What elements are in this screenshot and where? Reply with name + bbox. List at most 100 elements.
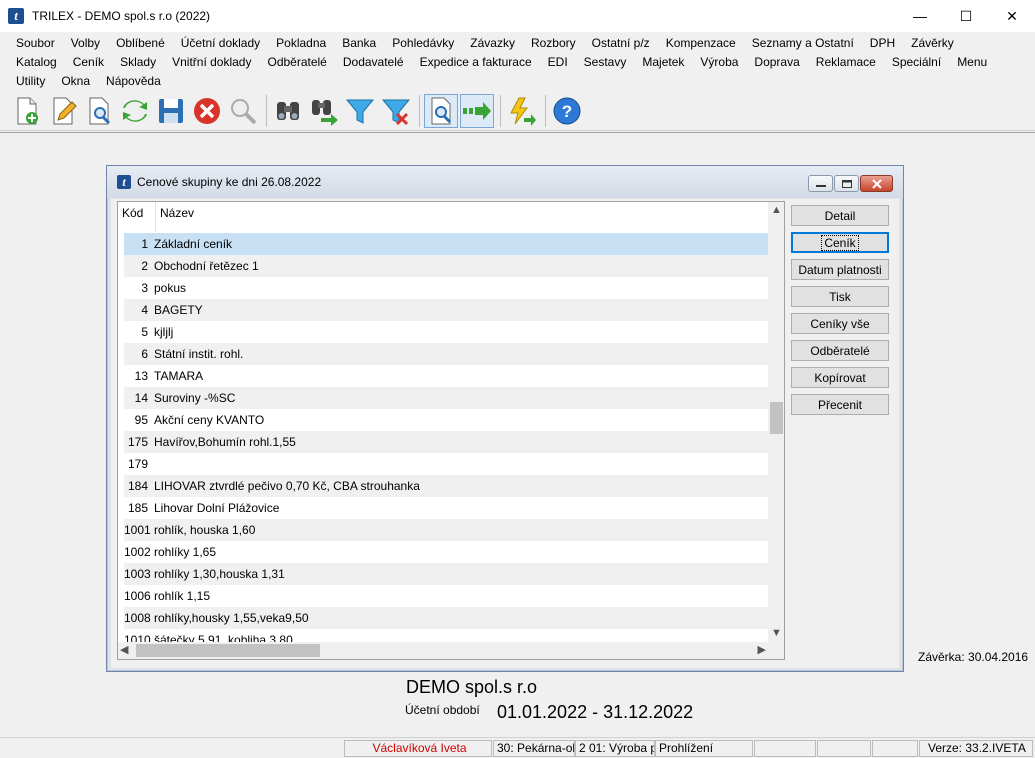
- table-row[interactable]: 1002 rohlíky 1,65: [124, 541, 768, 563]
- scroll-down-icon[interactable]: ▼: [768, 625, 784, 642]
- menu-dodavatelé[interactable]: Dodavatelé: [335, 55, 412, 69]
- scroll-left-icon[interactable]: ◀: [120, 642, 128, 659]
- table-row[interactable]: 2 Obchodní řetězec 1: [124, 255, 768, 277]
- table-row[interactable]: 6 Státní instit. rohl.: [124, 343, 768, 365]
- price-list-button[interactable]: Ceník: [791, 232, 889, 253]
- table-row[interactable]: 1003 rohlíky 1,30,houska 1,31: [124, 563, 768, 585]
- menu-banka[interactable]: Banka: [334, 36, 384, 50]
- reprice-button[interactable]: Přecenit: [791, 394, 889, 415]
- menu-vnitřní-doklady[interactable]: Vnitřní doklady: [164, 55, 259, 69]
- menu-sklady[interactable]: Sklady: [112, 55, 164, 69]
- menu-reklamace[interactable]: Reklamace: [808, 55, 884, 69]
- menu-účetní-doklady[interactable]: Účetní doklady: [173, 36, 268, 50]
- menu-dph[interactable]: DPH: [862, 36, 903, 50]
- menu-menu[interactable]: Menu: [949, 55, 995, 69]
- period-label: Účetní období: [405, 703, 480, 717]
- menu-edi[interactable]: EDI: [540, 55, 576, 69]
- menu-závazky[interactable]: Závazky: [462, 36, 523, 50]
- print-button[interactable]: Tisk: [791, 286, 889, 307]
- refresh-icon[interactable]: [118, 94, 152, 128]
- scroll-up-icon[interactable]: ▲: [768, 202, 784, 219]
- cell-kod: 1008: [124, 611, 151, 625]
- column-header-nazev[interactable]: Název: [156, 202, 194, 232]
- cell-nazev: kjljlj: [154, 325, 174, 339]
- menu-expedice-a-fakturace[interactable]: Expedice a fakturace: [412, 55, 540, 69]
- cancel-icon[interactable]: [190, 94, 224, 128]
- table-row[interactable]: 5 kjljlj: [124, 321, 768, 343]
- child-minimize-button[interactable]: [808, 175, 833, 192]
- vertical-scroll-thumb[interactable]: [770, 402, 783, 434]
- minimize-button[interactable]: —: [897, 0, 943, 32]
- table-row[interactable]: 3 pokus: [124, 277, 768, 299]
- menu-ceník[interactable]: Ceník: [65, 55, 112, 69]
- menu-utility[interactable]: Utility: [8, 74, 53, 88]
- filter-remove-icon[interactable]: [379, 94, 413, 128]
- window-title: TRILEX - DEMO spol.s r.o (2022): [32, 9, 211, 23]
- menu-sestavy[interactable]: Sestavy: [576, 55, 635, 69]
- menu-majetek[interactable]: Majetek: [634, 55, 692, 69]
- find-icon[interactable]: [271, 94, 305, 128]
- menu-seznamy-a-ostatní[interactable]: Seznamy a Ostatní: [744, 36, 862, 50]
- column-header-kod[interactable]: Kód: [118, 202, 156, 232]
- horizontal-scrollbar[interactable]: ◀ ▶: [118, 642, 768, 659]
- menu-doprava[interactable]: Doprava: [746, 55, 807, 69]
- go-to-icon[interactable]: [460, 93, 494, 128]
- validity-date-button[interactable]: Datum platnosti: [791, 259, 889, 280]
- menu-speciální[interactable]: Speciální: [884, 55, 949, 69]
- preview-document-icon[interactable]: [82, 94, 116, 128]
- table-row[interactable]: 184 LIHOVAR ztvrdlé pečivo 0,70 Kč, CBA s…: [124, 475, 768, 497]
- filter-icon[interactable]: [343, 94, 377, 128]
- menu-oblíbené[interactable]: Oblíbené: [108, 36, 173, 50]
- copy-button[interactable]: Kopírovat: [791, 367, 889, 388]
- new-document-icon[interactable]: [10, 94, 44, 128]
- table-row[interactable]: 179: [124, 453, 768, 475]
- menu-row-3: Utility Okna Nápověda: [8, 71, 1028, 90]
- table-row[interactable]: 13 TAMARA: [124, 365, 768, 387]
- menu-soubor[interactable]: Soubor: [8, 36, 63, 50]
- cell-nazev: Obchodní řetězec 1: [154, 259, 259, 273]
- maximize-button[interactable]: ☐: [943, 0, 989, 32]
- menu-pohledávky[interactable]: Pohledávky: [384, 36, 462, 50]
- menu-rozbory[interactable]: Rozbory: [523, 36, 584, 50]
- table-row[interactable]: 175 Havířov,Bohumín rohl.1,55: [124, 431, 768, 453]
- menu-výroba[interactable]: Výroba: [692, 55, 746, 69]
- menu-nápověda[interactable]: Nápověda: [98, 74, 169, 88]
- menu-okna[interactable]: Okna: [53, 74, 98, 88]
- cell-kod: 4: [141, 303, 148, 317]
- price-groups-grid[interactable]: Kód Název 1 Základní ceník 2 Obchodní řetěz…: [117, 201, 785, 660]
- table-row[interactable]: 1001 rohlík, houska 1,60: [124, 519, 768, 541]
- search-disabled-icon[interactable]: [226, 94, 260, 128]
- grid-rows: 1 Základní ceník 2 Obchodní řetězec 1 3 pokus…: [124, 233, 768, 651]
- edit-document-icon[interactable]: [46, 94, 80, 128]
- button-label: Přecenit: [817, 397, 863, 412]
- quick-action-icon[interactable]: [505, 94, 539, 128]
- all-price-lists-button[interactable]: Ceníky vše: [791, 313, 889, 334]
- child-close-button[interactable]: [860, 175, 893, 192]
- scroll-right-icon[interactable]: ▶: [758, 642, 766, 659]
- child-restore-button[interactable]: [834, 175, 859, 192]
- vertical-scrollbar[interactable]: ▲ ▼: [768, 202, 784, 642]
- detail-button[interactable]: Detail: [791, 205, 889, 226]
- table-row[interactable]: 4 BAGETY: [124, 299, 768, 321]
- menu-ostatní-p-z[interactable]: Ostatní p/z: [584, 36, 658, 50]
- table-row[interactable]: 1 Základní ceník: [124, 233, 768, 255]
- save-icon[interactable]: [154, 94, 188, 128]
- table-row[interactable]: 14 Suroviny -%SC: [124, 387, 768, 409]
- scrollbar-corner: [768, 642, 784, 659]
- help-icon[interactable]: ?: [550, 94, 584, 128]
- table-row[interactable]: 1008 rohlíky,housky 1,55,veka9,50: [124, 607, 768, 629]
- customers-button[interactable]: Odběratelé: [791, 340, 889, 361]
- table-row[interactable]: 185 Lihovar Dolní Plážovice: [124, 497, 768, 519]
- menu-odběratelé[interactable]: Odběratelé: [259, 55, 334, 69]
- menu-katalog[interactable]: Katalog: [8, 55, 65, 69]
- menu-volby[interactable]: Volby: [63, 36, 108, 50]
- close-button[interactable]: ✕: [989, 0, 1035, 32]
- table-row[interactable]: 95 Akční ceny KVANTO: [124, 409, 768, 431]
- find-next-icon[interactable]: [307, 94, 341, 128]
- horizontal-scroll-thumb[interactable]: [136, 644, 320, 657]
- table-row[interactable]: 1006 rohlík 1,15: [124, 585, 768, 607]
- menu-kompenzace[interactable]: Kompenzace: [658, 36, 744, 50]
- view-detail-icon[interactable]: [424, 93, 458, 128]
- menu-pokladna[interactable]: Pokladna: [268, 36, 334, 50]
- menu-závěrky[interactable]: Závěrky: [903, 36, 962, 50]
